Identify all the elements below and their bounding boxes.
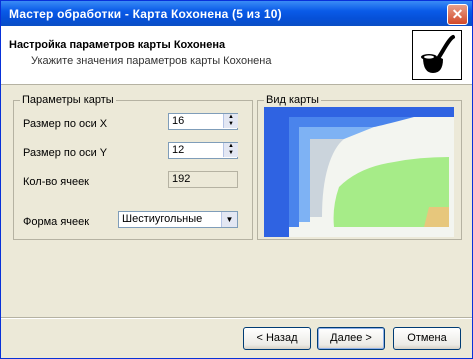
header-title: Настройка параметров карты Кохонена bbox=[9, 39, 226, 51]
shape-value: Шестиугольные bbox=[122, 213, 203, 225]
window-title: Мастер обработки - Карта Кохонена (5 из … bbox=[9, 7, 282, 21]
cancel-button[interactable]: Отмена bbox=[393, 327, 461, 350]
header-subtitle: Укажите значения параметров карты Кохоне… bbox=[31, 55, 272, 67]
spin-up-icon[interactable]: ▲ bbox=[223, 143, 238, 150]
size-x-label: Размер по оси X bbox=[23, 118, 108, 130]
spin-down-icon[interactable]: ▼ bbox=[223, 150, 238, 157]
spin-up-icon[interactable]: ▲ bbox=[223, 114, 238, 121]
next-button[interactable]: Далее > bbox=[317, 327, 385, 350]
cells-value-text: 192 bbox=[172, 173, 191, 185]
close-icon: ✕ bbox=[451, 6, 464, 22]
wizard-header: Настройка параметров карты Кохонена Укаж… bbox=[1, 26, 472, 85]
cells-value: 192 bbox=[168, 171, 238, 188]
size-y-value: 12 bbox=[172, 144, 185, 156]
params-legend: Параметры карты bbox=[20, 94, 116, 106]
size-y-stepper[interactable]: 12 ▲ ▼ bbox=[168, 142, 238, 159]
view-legend: Вид карты bbox=[264, 94, 321, 106]
pipe-icon bbox=[412, 30, 462, 80]
wizard-window: Мастер обработки - Карта Кохонена (5 из … bbox=[0, 0, 473, 359]
cells-label: Кол-во ячеек bbox=[23, 176, 89, 188]
title-bar[interactable]: Мастер обработки - Карта Кохонена (5 из … bbox=[1, 1, 472, 26]
close-button[interactable]: ✕ bbox=[447, 4, 468, 25]
chevron-down-icon[interactable]: ▼ bbox=[221, 212, 237, 227]
spin-down-icon[interactable]: ▼ bbox=[223, 121, 238, 128]
size-y-label: Размер по оси Y bbox=[23, 147, 108, 159]
footer-separator bbox=[1, 317, 472, 319]
shape-select[interactable]: Шестиугольные ▼ bbox=[118, 211, 238, 228]
shape-label: Форма ячеек bbox=[23, 216, 90, 228]
kohonen-map bbox=[264, 107, 454, 237]
back-button[interactable]: < Назад bbox=[243, 327, 311, 350]
size-x-value: 16 bbox=[172, 115, 185, 127]
size-x-stepper[interactable]: 16 ▲ ▼ bbox=[168, 113, 238, 130]
